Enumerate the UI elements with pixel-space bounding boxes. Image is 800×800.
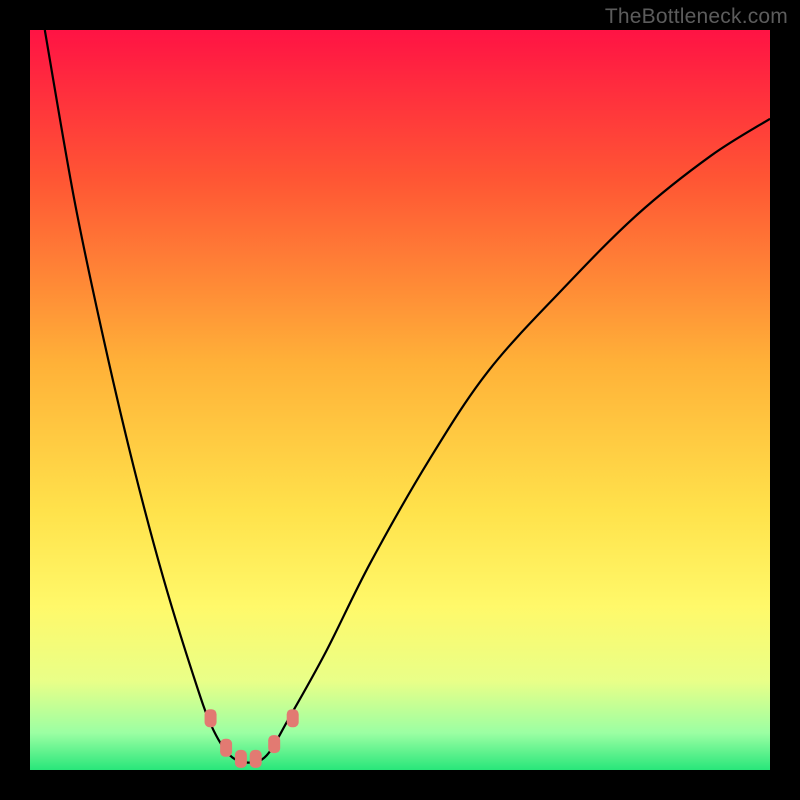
- chart-frame: TheBottleneck.com: [0, 0, 800, 800]
- plot-area: [30, 30, 770, 770]
- gradient-background: [30, 30, 770, 770]
- watermark-text: TheBottleneck.com: [605, 5, 788, 29]
